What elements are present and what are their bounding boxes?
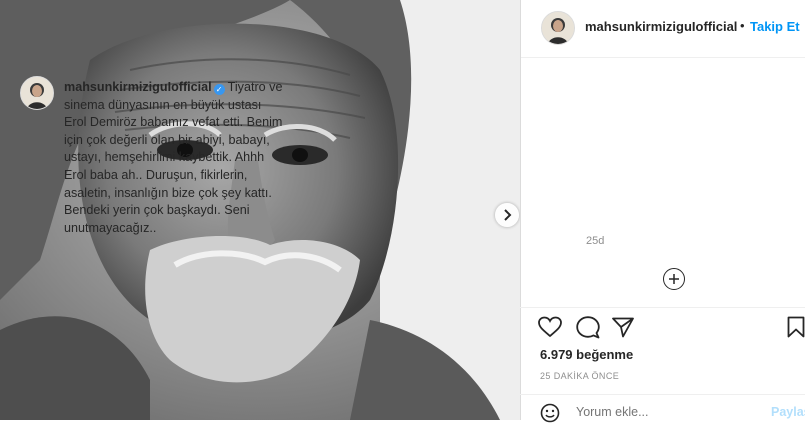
caption-text: Tiyatro ve sinema dünyasının en büyük us…: [64, 80, 283, 235]
avatar-image: [21, 77, 53, 109]
next-photo-button[interactable]: [495, 203, 519, 227]
caption-avatar[interactable]: [20, 76, 54, 110]
avatar-image: [542, 12, 574, 44]
follow-button[interactable]: Takip Et: [750, 19, 800, 34]
separator-dot: •: [740, 18, 745, 33]
chevron-right-icon: [504, 209, 512, 221]
caption-age: 25d: [586, 235, 605, 247]
share-icon[interactable]: [612, 317, 634, 338]
post-comment-button[interactable]: Paylaş: [771, 405, 805, 419]
verified-badge-icon: ✓: [213, 84, 225, 95]
caption-username[interactable]: mahsunkirmiziguIofficial: [64, 80, 212, 94]
like-count[interactable]: 6.979 beğenme: [540, 347, 633, 362]
post-timestamp: 25 DAKİKA ÖNCE: [540, 371, 620, 381]
heart-icon[interactable]: [538, 316, 562, 338]
comment-icon[interactable]: [576, 316, 600, 339]
header-username[interactable]: mahsunkirmiziguIofficial: [585, 19, 737, 34]
emoji-icon[interactable]: [540, 403, 560, 423]
caption: mahsunkirmiziguIofficial ✓ Tiyatro ve sine…: [64, 79, 284, 237]
plus-icon: [669, 274, 679, 284]
bookmark-icon[interactable]: [787, 316, 805, 338]
comment-input[interactable]: [576, 405, 726, 419]
profile-avatar[interactable]: [541, 11, 575, 45]
post-header: mahsunkirmiziguIofficial • Takip Et: [521, 0, 805, 58]
load-more-comments-button[interactable]: [663, 268, 685, 290]
